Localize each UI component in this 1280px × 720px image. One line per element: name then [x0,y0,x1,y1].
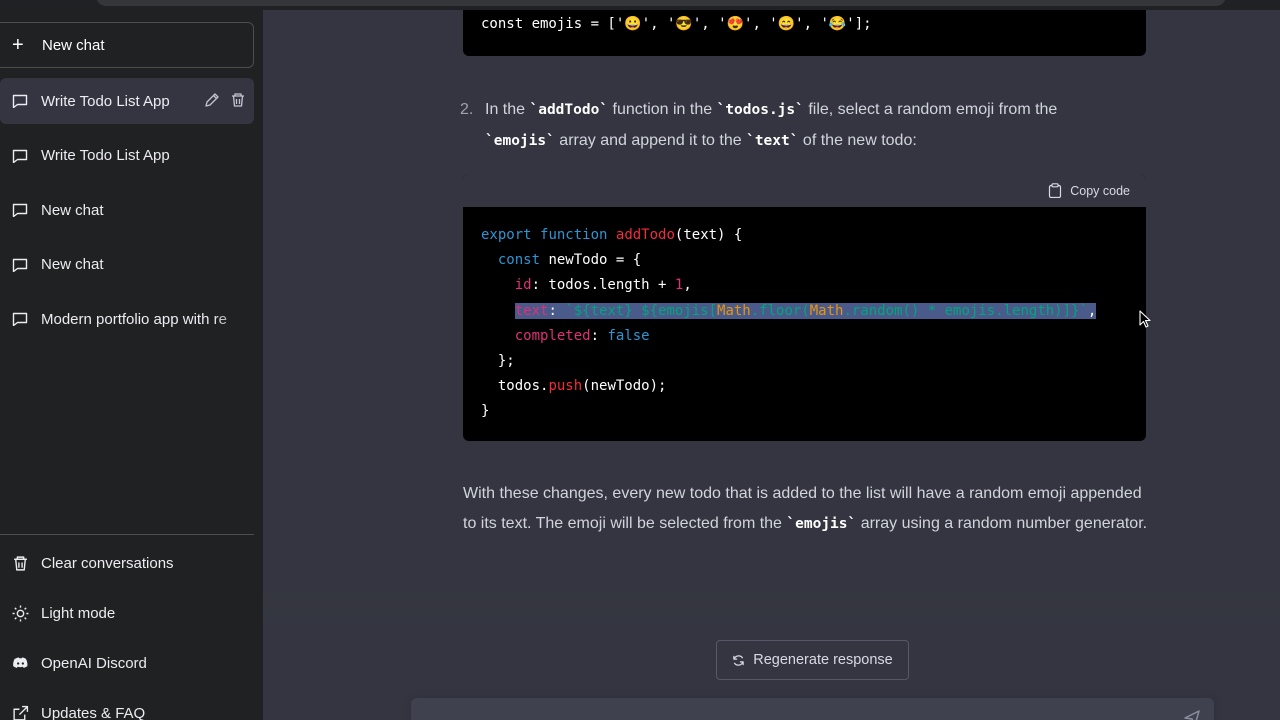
clear-conversations-button[interactable]: Clear conversations [0,538,254,588]
code-block-header: Copy code [463,174,1146,207]
conversation-item[interactable]: New chat [0,187,254,233]
code-line: todos.push(newTodo); [497,378,667,395]
conversation-item[interactable]: Modern portfolio app with re [0,296,254,342]
sidebar-footer: Clear conversations Light mode OpenAI Di… [0,534,254,720]
trash-icon [14,555,27,571]
chat-main: const emojis = ['😀', '😎', '😍', '😄', '😂']… [263,10,1280,720]
refresh-icon [733,654,745,666]
code-body: export function addTodo(text) { const ne… [463,207,1146,441]
copy-code-label: Copy code [1070,183,1130,198]
new-chat-label: New chat [42,36,105,54]
discord-link[interactable]: OpenAI Discord [0,638,254,688]
code-line: completed: false [514,327,650,344]
code-line: export function addTodo(text) { [481,227,743,243]
copy-code-button[interactable]: Copy code [1048,183,1130,198]
chat-bubble-icon [12,149,28,163]
code-block: Copy code export function addTodo(text) … [463,174,1146,441]
browser-toolbar [0,0,1280,10]
code-line-selected[interactable]: text: `${text} ${emojis[Math.floor(Math.… [481,302,1097,319]
code-block-previous: const emojis = ['😀', '😎', '😍', '😄', '😂']… [463,10,1146,56]
external-link-icon [13,705,29,720]
clear-conversations-label: Clear conversations [41,554,174,572]
regenerate-label: Regenerate response [753,652,893,668]
updates-faq-label: Updates & FAQ [41,704,146,720]
discord-label: OpenAI Discord [41,654,147,672]
trash-icon[interactable] [230,92,246,108]
prompt-input[interactable] [411,698,1214,720]
send-icon[interactable] [1184,710,1200,720]
chat-bubble-icon [12,203,28,217]
sun-icon [12,605,29,621]
regenerate-response-button[interactable]: Regenerate response [716,640,909,680]
code-line: } [481,403,490,420]
code-line: id: todos.length + 1, [514,277,692,294]
new-chat-button[interactable]: + New chat [0,22,254,68]
step-text: In the `addTodo` function in the `todos.… [485,101,1058,149]
plus-icon: + [12,34,24,56]
conversation-item[interactable]: Write Todo List App [0,133,254,179]
mouse-cursor-icon [1139,310,1151,328]
response-paragraph: With these changes, every new todo that … [463,485,1148,532]
conversation-actions [204,92,246,108]
conversation-item[interactable]: New chat [0,242,254,288]
light-mode-label: Light mode [41,604,116,622]
discord-icon [13,656,28,668]
code-line: const newTodo = { [497,252,642,269]
chat-bubble-icon [12,94,28,108]
address-bar[interactable] [96,0,1226,6]
updates-faq-link[interactable]: Updates & FAQ [0,688,254,720]
light-mode-button[interactable]: Light mode [0,588,254,638]
conversation-label: New chat [41,201,104,219]
conversation-label: Write Todo List App [41,147,170,164]
conversation-item[interactable]: Write Todo List App [0,78,254,124]
composer-area: Regenerate response [263,592,1280,720]
code-line: }; [497,353,515,370]
sidebar: + New chat Write Todo List App Write Tod… [0,10,263,720]
numbered-step: 2. In the `addTodo` function in the `tod… [460,95,1110,156]
label-fade [214,296,254,342]
conversation-label: New chat [41,256,104,273]
code-line: const emojis = ['😀', '😎', '😍', '😄', '😂']… [481,16,872,32]
chat-bubble-icon [12,258,28,272]
step-number: 2. [460,101,474,118]
clipboard-icon [1049,183,1062,198]
edit-icon[interactable] [204,92,220,108]
chat-bubble-icon [12,312,28,326]
conversation-list: Write Todo List App Write Todo List App … [0,78,263,351]
